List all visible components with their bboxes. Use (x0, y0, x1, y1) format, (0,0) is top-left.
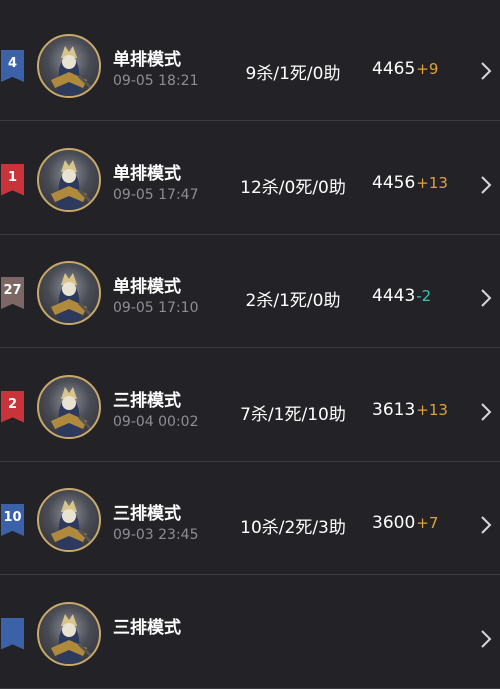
match-time: 09-05 17:10 (113, 300, 199, 316)
hero-avatar (37, 488, 101, 552)
match-row[interactable]: 2 三排模式 09-04 00:02 7杀/1死/10助 3613+13 (0, 349, 500, 462)
kda-stats: 7杀/1死/10助 (240, 404, 346, 425)
hero-portrait-icon (51, 500, 97, 550)
rating-delta: +7 (416, 514, 439, 532)
rating-score: 4465+9 (372, 59, 438, 79)
chevron-right-icon[interactable] (478, 287, 494, 309)
rank-number: 1 (7, 169, 18, 185)
rank-number: 4 (7, 56, 18, 71)
chevron-right-icon[interactable] (478, 628, 494, 650)
hero-portrait-icon (51, 46, 97, 96)
chevron-right-icon[interactable] (478, 514, 494, 536)
match-time: 09-05 18:21 (113, 73, 199, 89)
rank-badge: 10 (1, 504, 24, 536)
game-mode: 三排模式 (113, 504, 181, 524)
match-row[interactable]: 1 单排模式 09-05 17:47 12杀/0死/0助 4456+13 (0, 122, 500, 235)
match-row[interactable]: 三排模式 (0, 576, 500, 689)
hero-avatar (37, 374, 101, 439)
rank-badge: 1 (1, 163, 24, 196)
rank-badge: 2 (1, 390, 24, 423)
rank-badge: 4 (1, 50, 24, 82)
rank-number: 27 (3, 283, 22, 298)
rating-value: 4465 (372, 59, 416, 79)
hero-avatar (37, 147, 101, 212)
kda-stats: 9杀/1死/0助 (245, 64, 341, 84)
rank-badge: 27 (1, 277, 24, 309)
rating-delta: +13 (416, 173, 448, 192)
rating-value: 4443 (372, 286, 416, 306)
match-row[interactable]: 27 单排模式 09-05 17:10 2杀/1死/0助 4443-2 (0, 235, 500, 348)
chevron-right-icon[interactable] (478, 60, 494, 82)
hero-portrait-icon (51, 273, 97, 323)
hero-avatar (37, 34, 101, 98)
rating-score: 4456+13 (372, 173, 448, 193)
rating-delta: +9 (416, 60, 439, 78)
rating-value: 3613 (372, 399, 416, 420)
rating-score: 3613+13 (372, 400, 448, 420)
rating-score (372, 627, 373, 647)
game-mode: 三排模式 (113, 617, 181, 638)
chevron-right-icon[interactable] (478, 174, 494, 196)
match-row[interactable]: 10 三排模式 09-03 23:45 10杀/2死/3助 3600+7 (0, 462, 500, 575)
rating-value: 3600 (372, 513, 416, 533)
game-mode: 单排模式 (113, 277, 181, 297)
game-mode: 单排模式 (113, 163, 181, 184)
match-time: 09-04 00:02 (113, 413, 199, 430)
match-row[interactable]: 4 单排模式 09-05 18:21 9杀/1死/0助 4465+9 (0, 8, 500, 121)
rating-value: 4456 (372, 172, 416, 193)
rating-delta: +13 (416, 400, 448, 419)
rank-badge (1, 617, 24, 650)
hero-avatar (37, 261, 101, 325)
kda-stats: 2杀/1死/0助 (245, 291, 341, 311)
hero-avatar (37, 601, 101, 666)
kda-stats: 10杀/2死/3助 (240, 518, 346, 538)
rank-number: 10 (3, 510, 22, 525)
kda-stats: 12杀/0死/0助 (240, 177, 346, 198)
match-time: 09-03 23:45 (113, 527, 199, 543)
match-time: 09-05 17:47 (113, 186, 199, 203)
chevron-right-icon[interactable] (478, 401, 494, 423)
game-mode: 三排模式 (113, 390, 181, 411)
rating-score: 4443-2 (372, 286, 431, 306)
rating-delta: -2 (416, 287, 432, 305)
hero-portrait-icon (51, 386, 97, 437)
game-mode: 单排模式 (113, 50, 181, 70)
rank-number: 2 (7, 396, 18, 412)
hero-portrait-icon (51, 159, 97, 210)
rating-score: 3600+7 (372, 513, 438, 533)
